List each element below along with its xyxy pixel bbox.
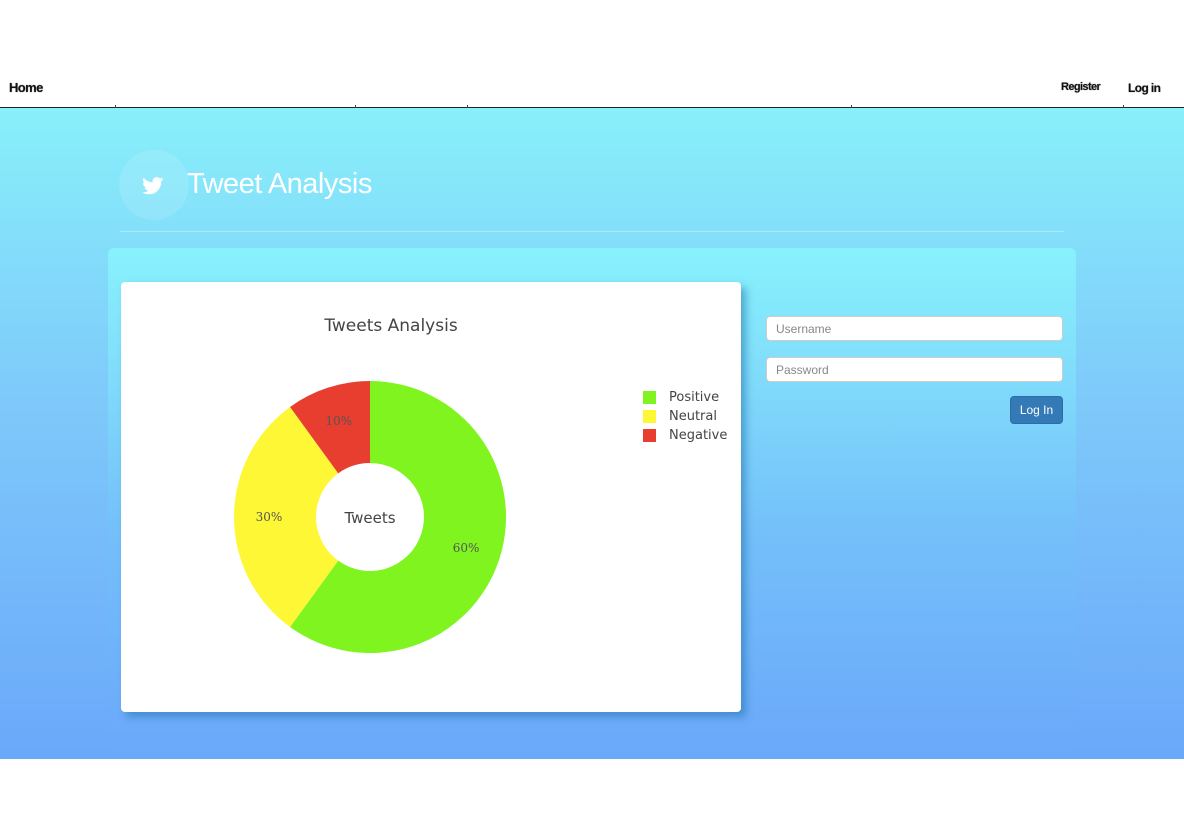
chart-title: Tweets Analysis: [324, 316, 458, 336]
nav-home-link[interactable]: Home: [9, 80, 43, 95]
pie-chart: 60% 30% 10% Tweets: [234, 381, 507, 653]
username-input[interactable]: [766, 316, 1063, 341]
password-input[interactable]: [766, 357, 1063, 382]
logo-badge: [119, 150, 189, 220]
legend-swatch: [643, 410, 656, 423]
login-button[interactable]: Log In: [1010, 396, 1063, 424]
top-navbar: Home Register Log in: [0, 66, 1184, 109]
header-divider: [120, 231, 1064, 232]
legend-label: Positive: [669, 390, 720, 405]
legend-swatch: [643, 391, 656, 404]
donut-center-label: Tweets: [343, 509, 395, 527]
legend-swatch: [643, 429, 656, 442]
legend-label: Negative: [669, 428, 728, 443]
nav-login-link[interactable]: Log in: [1128, 81, 1161, 95]
page-title: Tweet Analysis: [187, 168, 372, 200]
twitter-bird-icon: [142, 177, 164, 195]
slice-label-negative: 10%: [325, 414, 352, 428]
chart-card: 60% 30% 10% Tweets Tweets Analysis Positive…: [121, 282, 741, 712]
slice-label-positive: 60%: [453, 541, 480, 555]
nav-register-link[interactable]: Register: [1061, 81, 1101, 93]
slice-label-neutral: 30%: [256, 510, 283, 524]
legend-label: Neutral: [669, 409, 717, 424]
